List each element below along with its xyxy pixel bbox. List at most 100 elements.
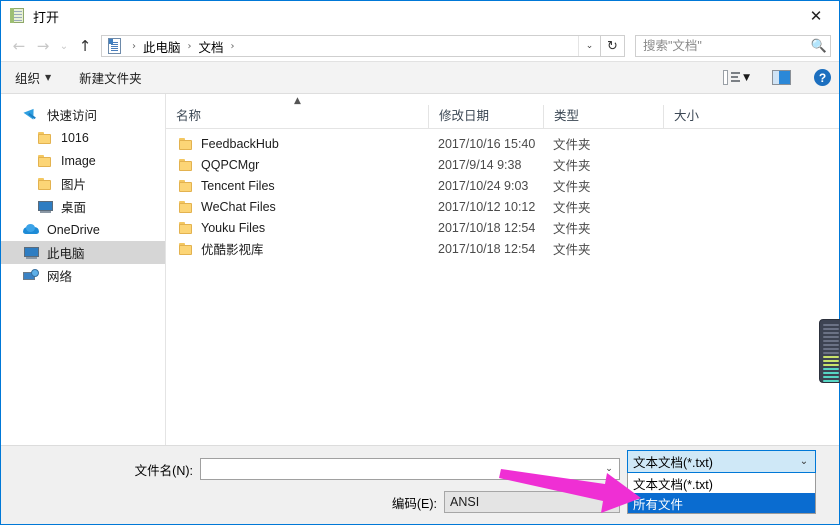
- breadcrumb-separator: ›: [187, 40, 192, 52]
- file-type: 文件夹: [553, 222, 591, 236]
- encoding-value: ANSI: [450, 495, 480, 509]
- table-row[interactable]: WeChat Files 2017/10/12 10:12 文件夹: [166, 196, 839, 217]
- table-row[interactable]: 优酷影视库 2017/10/18 12:54 文件夹: [166, 238, 839, 259]
- forward-icon[interactable]: →: [31, 34, 55, 58]
- encoding-label: 编码(E):: [391, 496, 437, 511]
- column-header-row: 名称 修改日期 类型 大小: [166, 105, 839, 129]
- file-type: 文件夹: [553, 138, 591, 152]
- command-bar: 组织 ▼ 新建文件夹 ▼ ?: [1, 61, 839, 94]
- breadcrumb-separator: ›: [230, 40, 235, 52]
- help-icon[interactable]: ?: [814, 69, 831, 86]
- refresh-icon[interactable]: ↻: [601, 35, 625, 57]
- window-title: 打开: [33, 9, 60, 25]
- table-row[interactable]: Tencent Files 2017/10/24 9:03 文件夹: [166, 175, 839, 196]
- sidebar-item-label: 图片: [61, 178, 87, 192]
- filename-field[interactable]: ⌄: [200, 458, 620, 480]
- new-folder-label: 新建文件夹: [79, 72, 142, 86]
- view-chevron-down-icon[interactable]: ▼: [743, 73, 750, 83]
- breadcrumb-item-documents[interactable]: 文档: [197, 37, 226, 56]
- column-header-name[interactable]: 名称: [166, 105, 428, 128]
- table-row[interactable]: Youku Files 2017/10/18 12:54 文件夹: [166, 217, 839, 238]
- organize-button[interactable]: 组织 ▼: [15, 68, 51, 87]
- breadcrumb-item-this-pc[interactable]: 此电脑: [141, 37, 183, 56]
- edge-indicator-widget: [819, 319, 840, 383]
- filename-label: 文件名(N):: [134, 463, 193, 478]
- history-chevron-down-icon[interactable]: ⌄: [55, 34, 73, 58]
- file-type: 文件夹: [553, 159, 591, 173]
- table-row[interactable]: QQPCMgr 2017/9/14 9:38 文件夹: [166, 154, 839, 175]
- file-type-filter-value: 文本文档(*.txt): [633, 456, 713, 470]
- chevron-down-icon[interactable]: ⌄: [793, 456, 815, 467]
- filename-chevron-down-icon[interactable]: ⌄: [599, 464, 619, 474]
- sidebar-item-label: 1016: [61, 130, 89, 145]
- file-type: 文件夹: [553, 180, 591, 194]
- sidebar-item-label: Image: [61, 153, 96, 168]
- search-box[interactable]: 🔍: [635, 35, 831, 57]
- sidebar-item[interactable]: 网络: [1, 264, 165, 287]
- cloud-icon: [23, 222, 40, 238]
- file-type-filter-button[interactable]: 文本文档(*.txt) ⌄: [627, 450, 816, 473]
- back-icon[interactable]: ←: [7, 34, 31, 58]
- file-type-filter-dropdown: 文本文档(*.txt) 所有文件: [627, 473, 816, 514]
- folder-icon: [178, 199, 193, 214]
- filename-input[interactable]: [201, 459, 599, 479]
- file-date: 2017/9/14 9:38: [438, 157, 522, 172]
- encoding-field[interactable]: ANSI: [444, 491, 620, 513]
- sidebar-item[interactable]: 桌面: [1, 195, 165, 218]
- folder-icon: [178, 157, 193, 172]
- monitor-icon: [37, 199, 54, 215]
- sidebar-item[interactable]: OneDrive: [1, 218, 165, 241]
- folder-icon: [178, 241, 193, 256]
- file-name: Tencent Files: [201, 178, 275, 193]
- file-type-filter: 文本文档(*.txt) ⌄ 文本文档(*.txt) 所有文件: [627, 450, 816, 514]
- file-type-option[interactable]: 文本文档(*.txt): [628, 473, 815, 493]
- folder-icon: [37, 176, 54, 192]
- preview-pane-icon[interactable]: [772, 70, 791, 85]
- address-bar: ← → ⌄ ↑ › 此电脑 › 文档 › ⌄ ↻ 🔍: [1, 31, 839, 61]
- sidebar-item[interactable]: 1016: [1, 126, 165, 149]
- sidebar-item-label: OneDrive: [47, 222, 100, 237]
- sidebar-item-label: 桌面: [61, 201, 87, 215]
- file-date: 2017/10/24 9:03: [438, 178, 529, 193]
- sidebar-item[interactable]: 图片: [1, 172, 165, 195]
- notepad-document-icon: [10, 8, 26, 24]
- sidebar-item[interactable]: 此电脑: [1, 241, 165, 264]
- file-name: FeedbackHub: [201, 136, 279, 151]
- file-type: 文件夹: [553, 243, 591, 257]
- file-type-option[interactable]: 所有文件: [628, 493, 815, 513]
- sidebar-item[interactable]: Image: [1, 149, 165, 172]
- network-icon: [23, 268, 40, 284]
- column-header-date[interactable]: 修改日期: [428, 105, 543, 128]
- file-name: QQPCMgr: [201, 157, 260, 172]
- up-icon[interactable]: ↑: [73, 34, 97, 58]
- breadcrumb-chevron-down-icon[interactable]: ⌄: [578, 36, 600, 56]
- navigation-pane: 快速访问 1016 Image 图片桌面 OneDrive 此电脑 网络: [1, 94, 166, 445]
- new-folder-button[interactable]: 新建文件夹: [79, 68, 142, 87]
- monitor-icon: [23, 245, 40, 261]
- file-rows: FeedbackHub 2017/10/16 15:40 文件夹 QQPCMgr 201…: [166, 129, 839, 445]
- column-header-size[interactable]: 大小: [663, 105, 758, 128]
- folder-icon: [37, 153, 54, 169]
- file-date: 2017/10/18 12:54: [438, 220, 536, 235]
- sidebar-item-label: 快速访问: [47, 109, 98, 123]
- pin-icon: [23, 107, 40, 123]
- table-row[interactable]: FeedbackHub 2017/10/16 15:40 文件夹: [166, 133, 839, 154]
- column-header-type[interactable]: 类型: [543, 105, 663, 128]
- search-input[interactable]: [636, 35, 808, 57]
- search-icon[interactable]: 🔍: [808, 39, 830, 54]
- folder-icon: [178, 220, 193, 235]
- file-list-pane: ▲ 名称 修改日期 类型 大小 FeedbackHub 2017/10/16 15…: [166, 94, 839, 445]
- file-name: Youku Files: [201, 220, 266, 235]
- command-bar-right: ▼ ?: [723, 69, 831, 86]
- file-name: 优酷影视库: [201, 243, 264, 257]
- sidebar-item[interactable]: 快速访问: [1, 103, 165, 126]
- list-view-icon[interactable]: [723, 70, 741, 85]
- title-bar: 打开 ✕: [1, 1, 839, 31]
- close-icon[interactable]: ✕: [793, 1, 839, 31]
- folder-icon: [37, 130, 54, 146]
- file-date: 2017/10/12 10:12: [438, 199, 536, 214]
- file-date: 2017/10/18 12:54: [438, 241, 536, 256]
- breadcrumb[interactable]: › 此电脑 › 文档 › ⌄: [101, 35, 601, 57]
- file-type: 文件夹: [553, 201, 591, 215]
- file-date: 2017/10/16 15:40: [438, 136, 536, 151]
